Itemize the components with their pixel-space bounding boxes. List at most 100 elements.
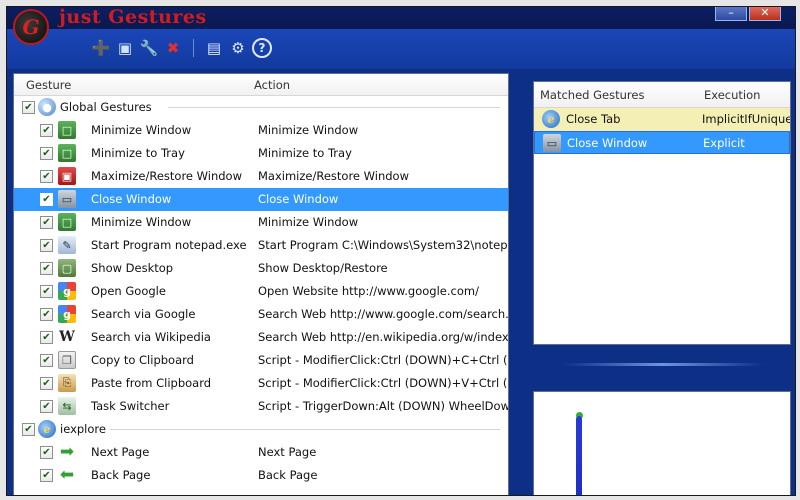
settings-gear-icon[interactable]: ⚙ bbox=[228, 38, 248, 58]
toolbar-separator bbox=[193, 39, 194, 57]
gesture-name: Minimize to Tray bbox=[91, 146, 185, 160]
gesture-action: Search Web http://www.google.com/search.… bbox=[258, 307, 509, 321]
gesture-name: Paste from Clipboard bbox=[91, 376, 212, 390]
gesture-row[interactable]: ✔ ➡ Next Page Next Page bbox=[14, 441, 508, 464]
app-logo-letter: G bbox=[22, 15, 40, 39]
gesture-name: Copy to Clipboard bbox=[91, 353, 194, 367]
gesture-name: Back Page bbox=[91, 468, 151, 482]
gesture-action: Show Desktop/Restore bbox=[258, 261, 388, 275]
matched-gesture-row[interactable]: e Close Tab ImplicitIfUnique bbox=[534, 108, 790, 131]
delete-x-icon[interactable]: ✖ bbox=[163, 38, 183, 58]
desktop-icon: ▢ bbox=[58, 259, 76, 277]
enable-checkbox[interactable]: ✔ bbox=[40, 446, 53, 459]
toolbar: ➕ ▣ 🔧 ✖ ▤ ⚙? bbox=[7, 29, 795, 69]
enable-checkbox[interactable]: ✔ bbox=[40, 285, 53, 298]
gesture-rows: ✔ ● Global Gestures ✔ □ Minimize Window Minimi… bbox=[14, 96, 508, 487]
close-button[interactable]: ✕ bbox=[749, 7, 781, 21]
execution-mode: ImplicitIfUnique bbox=[702, 112, 791, 126]
gesture-row[interactable]: ✔ g Search via Google Search Web http://www… bbox=[14, 303, 508, 326]
gesture-row[interactable]: ✔ ⎘ Paste from Clipboard Script - ModifierC… bbox=[14, 372, 508, 395]
google-icon: g bbox=[58, 282, 76, 300]
gesture-row[interactable]: ✔ ✎ Start Program notepad.exe Start Program… bbox=[14, 234, 508, 257]
matched-gesture-row[interactable]: ▭ Close Window Explicit bbox=[534, 131, 790, 154]
enable-checkbox[interactable]: ✔ bbox=[40, 147, 53, 160]
enable-checkbox[interactable]: ✔ bbox=[40, 170, 53, 183]
paste-icon: ⎘ bbox=[58, 374, 76, 392]
gesture-name: Task Switcher bbox=[91, 399, 170, 413]
help-icon[interactable]: ? bbox=[252, 38, 272, 58]
gesture-name: Open Google bbox=[91, 284, 166, 298]
gesture-action: Maximize/Restore Window bbox=[258, 169, 409, 183]
enable-checkbox[interactable]: ✔ bbox=[40, 308, 53, 321]
gesture-row[interactable]: ✔ ⬅ Back Page Back Page bbox=[14, 464, 508, 487]
maximize-window-icon: ▣ bbox=[58, 167, 76, 185]
gesture-name: Minimize Window bbox=[91, 123, 192, 137]
enable-checkbox[interactable]: ✔ bbox=[40, 239, 53, 252]
gesture-name: Close Window bbox=[91, 192, 172, 206]
enable-checkbox[interactable]: ✔ bbox=[40, 216, 53, 229]
group-label: iexplore bbox=[60, 422, 106, 436]
action-column-header[interactable]: Action bbox=[254, 78, 290, 92]
gesture-action: Close Window bbox=[258, 192, 339, 206]
enable-checkbox[interactable]: ✔ bbox=[22, 101, 35, 114]
execution-column-header[interactable]: Execution bbox=[704, 88, 760, 102]
matched-gestures-column-header[interactable]: Matched Gestures bbox=[540, 88, 644, 102]
gesture-row[interactable]: ✔ g Open Google Open Website http://www.goo… bbox=[14, 280, 508, 303]
gesture-action: Next Page bbox=[258, 445, 317, 459]
gesture-name: Maximize/Restore Window bbox=[91, 169, 242, 183]
close-window-icon: ▭ bbox=[543, 134, 561, 152]
gesture-name: Search via Google bbox=[91, 307, 196, 321]
title-bar: just Gestures – ✕ bbox=[7, 7, 795, 29]
enable-checkbox[interactable]: ✔ bbox=[22, 423, 35, 436]
gesture-column-header[interactable]: Gesture bbox=[26, 78, 71, 92]
gesture-action: Minimize to Tray bbox=[258, 146, 352, 160]
gesture-group-row[interactable]: ✔ e iexplore bbox=[14, 418, 508, 441]
panel-divider bbox=[563, 363, 763, 366]
internet-explorer-icon: e bbox=[542, 110, 560, 128]
globe-icon: ● bbox=[38, 98, 56, 116]
gesture-action: Open Website http://www.google.com/ bbox=[258, 284, 479, 298]
window-controls: – ✕ bbox=[715, 7, 781, 21]
gesture-name: Search via Wikipedia bbox=[91, 330, 211, 344]
gesture-row[interactable]: ✔ □ Minimize to Tray Minimize to Tray bbox=[14, 142, 508, 165]
group-separator-line bbox=[168, 107, 500, 108]
enable-checkbox[interactable]: ✔ bbox=[40, 331, 53, 344]
enable-checkbox[interactable]: ✔ bbox=[40, 400, 53, 413]
wikipedia-icon: W bbox=[58, 328, 76, 346]
minimize-window-icon: □ bbox=[58, 121, 76, 139]
matched-gestures-panel: Matched Gestures Execution e Close Tab Imp… bbox=[533, 81, 791, 345]
gesture-name: Minimize Window bbox=[91, 215, 192, 229]
gesture-list-header: Gesture Action bbox=[14, 74, 508, 96]
gesture-row[interactable]: ✔ □ Minimize Window Minimize Window bbox=[14, 211, 508, 234]
matched-gesture-name: Close Tab bbox=[566, 112, 621, 126]
enable-checkbox[interactable]: ✔ bbox=[40, 124, 53, 137]
new-action-icon[interactable]: ▣ bbox=[115, 38, 135, 58]
enable-checkbox[interactable]: ✔ bbox=[40, 377, 53, 390]
enable-checkbox[interactable]: ✔ bbox=[40, 354, 53, 367]
gesture-group-row[interactable]: ✔ ● Global Gestures bbox=[14, 96, 508, 119]
enable-checkbox[interactable]: ✔ bbox=[40, 469, 53, 482]
gesture-action: Minimize Window bbox=[258, 123, 359, 137]
notepad-icon: ✎ bbox=[58, 236, 76, 254]
gesture-action: Search Web http://en.wikipedia.org/w/ind… bbox=[258, 330, 509, 344]
enable-checkbox[interactable]: ✔ bbox=[40, 193, 53, 206]
gesture-row[interactable]: ✔ ❐ Copy to Clipboard Script - ModifierClic… bbox=[14, 349, 508, 372]
gesture-row[interactable]: ✔ ▣ Maximize/Restore Window Maximize/Restor… bbox=[14, 165, 508, 188]
edit-wrench-icon[interactable]: 🔧 bbox=[139, 38, 159, 58]
window-options-icon[interactable]: ▤ bbox=[204, 38, 224, 58]
app-logo: G bbox=[13, 9, 49, 45]
arrow-left-icon: ⬅ bbox=[59, 465, 75, 485]
gesture-row[interactable]: ✔ □ Minimize Window Minimize Window bbox=[14, 119, 508, 142]
arrow-right-icon: ➡ bbox=[59, 442, 75, 462]
enable-checkbox[interactable]: ✔ bbox=[40, 262, 53, 275]
minimize-button[interactable]: – bbox=[715, 7, 747, 21]
gesture-action: Start Program C:\Windows\System32\notepa… bbox=[258, 238, 509, 252]
gesture-row[interactable]: ✔ ▭ Close Window Close Window bbox=[14, 188, 508, 211]
gesture-name: Start Program notepad.exe bbox=[91, 238, 247, 252]
gesture-row[interactable]: ✔ ▢ Show Desktop Show Desktop/Restore bbox=[14, 257, 508, 280]
gesture-row[interactable]: ✔ W Search via Wikipedia Search Web http://… bbox=[14, 326, 508, 349]
gesture-preview bbox=[533, 391, 791, 495]
new-gesture-icon[interactable]: ➕ bbox=[91, 38, 111, 58]
gesture-row[interactable]: ✔ ⇆ Task Switcher Script - TriggerDown:Alt … bbox=[14, 395, 508, 418]
gesture-name: Next Page bbox=[91, 445, 150, 459]
